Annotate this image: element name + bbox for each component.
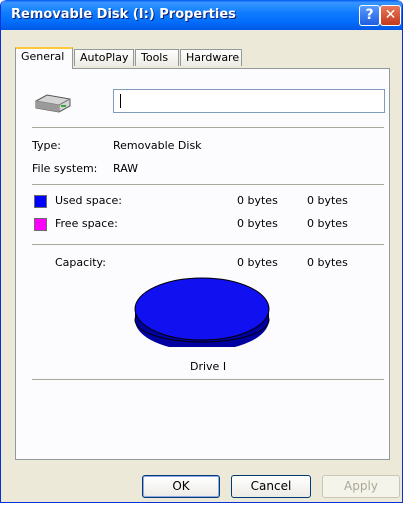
tab-tools[interactable]: Tools	[135, 49, 179, 66]
drive-label: Drive I	[190, 360, 227, 373]
pie-top	[134, 277, 270, 341]
apply-button[interactable]: Apply	[322, 475, 400, 498]
used-space-swatch	[34, 195, 47, 208]
text-caret	[120, 94, 121, 108]
separator	[32, 244, 384, 245]
cancel-button[interactable]: Cancel	[231, 475, 311, 498]
free-space-size: 0 bytes	[307, 217, 348, 230]
type-label: Type:	[32, 139, 61, 152]
separator	[32, 379, 384, 380]
capacity-label: Capacity:	[55, 256, 106, 269]
ok-button[interactable]: OK	[142, 475, 220, 498]
capacity-size: 0 bytes	[307, 256, 348, 269]
disk-usage-pie-chart	[134, 277, 270, 347]
type-value: Removable Disk	[113, 139, 202, 152]
capacity-bytes: 0 bytes	[237, 256, 278, 269]
free-space-swatch	[34, 218, 47, 231]
free-space-bytes: 0 bytes	[237, 217, 278, 230]
tab-hardware[interactable]: Hardware	[180, 49, 242, 66]
drive-name-input[interactable]	[113, 89, 385, 113]
help-icon[interactable]: ?	[359, 5, 380, 26]
file-system-label: File system:	[32, 162, 98, 175]
used-space-label: Used space:	[55, 194, 123, 207]
window-title: Removable Disk (I:) Properties	[11, 7, 236, 22]
removable-drive-icon	[35, 94, 71, 113]
tab-general[interactable]: General	[15, 47, 73, 69]
used-space-size: 0 bytes	[307, 194, 348, 207]
close-icon[interactable]: ✕	[380, 5, 401, 26]
free-space-label: Free space:	[55, 217, 118, 230]
title-bar[interactable]: Removable Disk (I:) Properties ? ✕	[1, 0, 402, 30]
separator	[32, 184, 384, 185]
used-space-bytes: 0 bytes	[237, 194, 278, 207]
separator	[32, 127, 384, 128]
file-system-value: RAW	[113, 162, 138, 175]
tab-autoplay[interactable]: AutoPlay	[74, 49, 134, 66]
general-tab-panel: Type: Removable Disk File system: RAW Us…	[15, 68, 390, 460]
properties-window: Removable Disk (I:) Properties ? ✕ Gener…	[0, 0, 403, 503]
